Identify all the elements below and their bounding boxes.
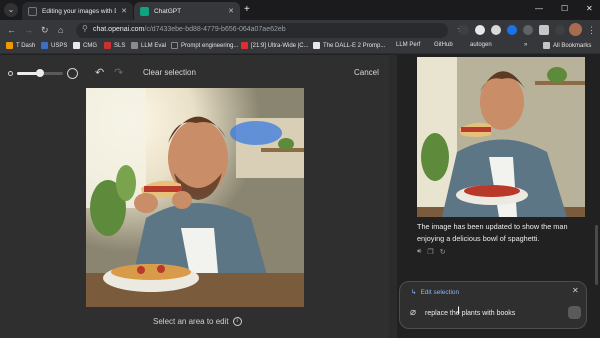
bookmark[interactable]: [21:9] Ultra-Wide |C...	[241, 42, 309, 49]
message-actions: 🔊︎ ❐ ↻	[417, 248, 446, 256]
extension-icon[interactable]	[491, 25, 501, 35]
tab-strip: ⌄ Editing your images with DALL·E ✕ Chat…	[0, 0, 600, 20]
bookmark-favicon-icon	[104, 42, 111, 49]
tab-search-icon[interactable]: ⌄	[4, 3, 18, 17]
copy-icon[interactable]: ❐	[427, 248, 433, 256]
extension-icon[interactable]	[507, 25, 517, 35]
more-bookmarks-icon[interactable]: »	[524, 42, 527, 48]
chat-panel: The image has been updated to show the m…	[397, 55, 600, 338]
select-area-hint: Select an area to edit i	[153, 317, 242, 326]
more-menu-icon[interactable]: ⋮	[587, 23, 596, 37]
cancel-button[interactable]: Cancel	[354, 68, 379, 77]
bookmarks-bar: T Dash USPS CMG SLS LLM Eval Prompt engi…	[0, 40, 600, 54]
browser-window: ⌄ Editing your images with DALL·E ✕ Chat…	[0, 0, 600, 338]
youtube-icon	[241, 42, 248, 49]
forward-icon[interactable]: →	[24, 23, 33, 37]
maximize-icon[interactable]: ☐	[561, 2, 568, 16]
send-button[interactable]	[568, 306, 581, 319]
edit-selection-chip: ↳ Edit selection	[411, 288, 460, 297]
bookmark[interactable]: GitHub	[434, 42, 453, 48]
close-tab-icon[interactable]: ✕	[121, 7, 127, 15]
bookmark[interactable]: T Dash	[6, 42, 35, 49]
bookmark[interactable]: LLM Eval	[131, 42, 166, 49]
editable-image[interactable]	[86, 88, 304, 307]
bookmark-favicon-icon	[131, 42, 138, 49]
bookmark-favicon-icon	[313, 42, 320, 49]
extension-icon[interactable]	[459, 25, 469, 35]
back-icon[interactable]: ←	[7, 23, 16, 37]
reload-icon[interactable]: ↻	[41, 23, 49, 37]
tab-chatgpt[interactable]: ChatGPT ✕	[134, 2, 240, 20]
text-cursor-icon: I	[457, 305, 461, 317]
redo-icon[interactable]: ↷	[114, 66, 123, 79]
close-tab-icon[interactable]: ✕	[228, 7, 234, 15]
site-info-icon[interactable]: ⚲	[82, 24, 88, 33]
navigation-bar: ← → ↻ ⌂ ⚲ chat.openai.com/c/d7433ebe-bd8…	[0, 20, 600, 40]
tab-dalle-help[interactable]: Editing your images with DALL·E ✕	[22, 2, 133, 20]
tab-title: ChatGPT	[154, 7, 182, 15]
read-aloud-icon[interactable]: 🔊︎	[417, 248, 421, 256]
image-editor: ↶ ↷ Clear selection Cancel Select an are…	[0, 55, 389, 338]
dalle-favicon-icon	[28, 6, 37, 16]
address-bar[interactable]: ⚲ chat.openai.com/c/d7433ebe-bd88-4779-b…	[76, 23, 465, 38]
chatgpt-favicon-icon	[140, 6, 149, 16]
tab-title: Editing your images with DALL·E	[42, 7, 116, 15]
message-composer[interactable]: ↳ Edit selection ✕ ⌀ replace the plants …	[399, 281, 587, 329]
bookmark-favicon-icon	[6, 42, 13, 49]
info-icon[interactable]: i	[232, 317, 242, 326]
bookmark-favicon-icon	[171, 42, 178, 49]
bookmark[interactable]: USPS	[41, 42, 67, 49]
bookmark[interactable]: autogen	[470, 42, 492, 48]
minimize-icon[interactable]: —	[535, 2, 543, 16]
all-bookmarks[interactable]: All Bookmarks	[543, 42, 591, 49]
sidepanel-icon[interactable]	[555, 25, 565, 35]
bookmark[interactable]: CMG	[73, 42, 97, 49]
close-icon[interactable]: ✕	[572, 286, 579, 295]
bookmark-favicon-icon	[73, 42, 80, 49]
divider	[389, 55, 397, 338]
large-brush-icon[interactable]	[67, 68, 78, 79]
bookmark[interactable]: LLM Perf	[396, 42, 420, 48]
close-window-icon[interactable]: ✕	[586, 2, 593, 16]
avatar[interactable]	[569, 23, 582, 36]
assistant-message: The image has been updated to show the m…	[417, 222, 568, 243]
bookmark-favicon-icon	[41, 42, 48, 49]
plus-icon[interactable]: +	[244, 3, 250, 17]
generated-image[interactable]	[417, 57, 585, 217]
extension-icon[interactable]	[475, 25, 485, 35]
reply-arrow-icon: ↳	[411, 289, 417, 296]
puzzle-extensions-icon[interactable]	[539, 25, 549, 35]
undo-icon[interactable]: ↶	[95, 66, 104, 79]
regenerate-icon[interactable]: ↻	[440, 248, 446, 256]
slider-handle[interactable]	[36, 69, 44, 77]
folder-icon	[543, 42, 550, 49]
bookmark[interactable]: Prompt engineering...	[171, 42, 238, 49]
man-eating-sandwich-image	[86, 88, 304, 307]
scrollbar[interactable]	[595, 225, 598, 285]
bookmark[interactable]: The DALL-E 2 Promp...	[313, 42, 385, 49]
url-text: chat.openai.com/c/d7433ebe-bd88-4779-b65…	[93, 26, 286, 33]
prompt-input[interactable]: replace the plants with books	[425, 310, 515, 317]
bookmark[interactable]: SLS	[104, 42, 125, 49]
home-icon[interactable]: ⌂	[58, 23, 63, 37]
small-brush-icon[interactable]	[8, 71, 13, 76]
extension-icon[interactable]	[523, 25, 533, 35]
clear-selection-button[interactable]: Clear selection	[143, 68, 196, 77]
paperclip-icon[interactable]: ⌀	[410, 307, 416, 318]
man-eating-sandwich-thumbnail	[417, 57, 585, 217]
